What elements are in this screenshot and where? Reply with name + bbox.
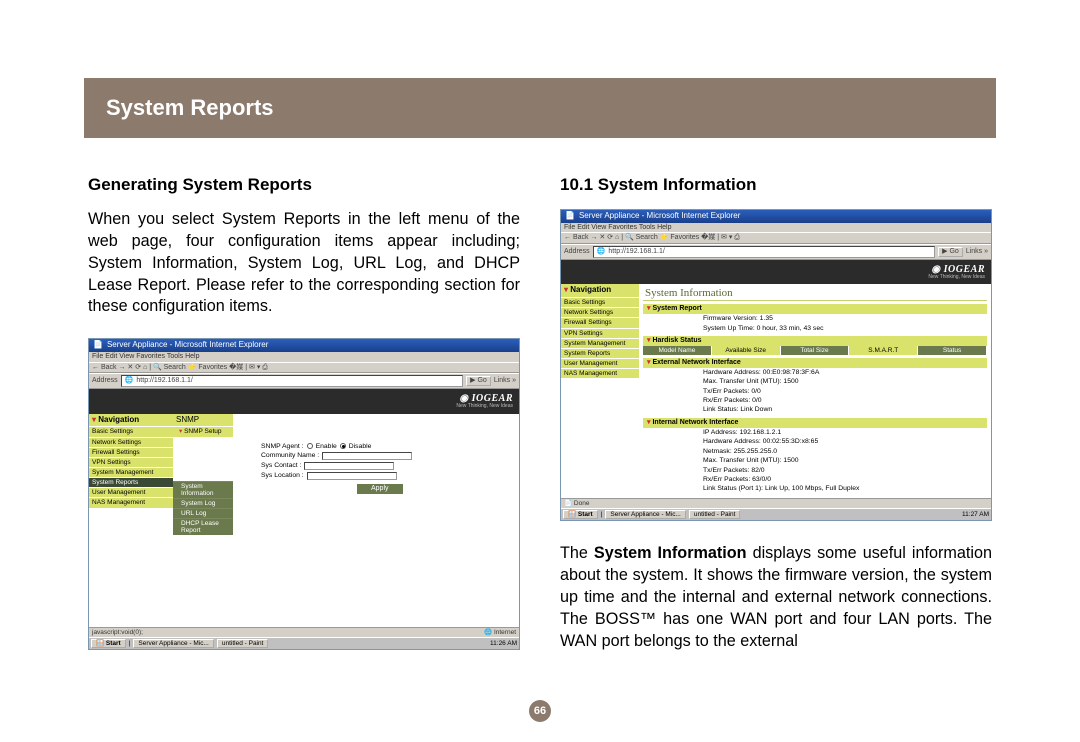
address-bar[interactable]: Address 🌐http://192.168.1.1/ ▶ Go Links …: [89, 373, 519, 389]
nav-usermgmt[interactable]: User Management: [89, 487, 173, 497]
nav-basic[interactable]: Basic Settings: [89, 426, 173, 436]
screenshot-left: 📄Server Appliance - Microsoft Internet E…: [88, 338, 520, 650]
section-hdstatus: ▾ Hardisk Status: [643, 336, 987, 346]
contact-input[interactable]: [304, 462, 394, 470]
content-area: System Information ▾ System Report Firmw…: [639, 284, 991, 498]
nav-nas[interactable]: NAS Management: [561, 368, 639, 378]
page-number: 66: [529, 700, 551, 722]
browser-toolbar[interactable]: ← Back → ✕ ⟳ ⌂ | 🔍 Search ⭐ Favorites �媒…: [561, 232, 991, 244]
sub-urllog[interactable]: URL Log: [173, 508, 233, 518]
links-button[interactable]: Links »: [966, 248, 988, 256]
apply-button[interactable]: Apply: [357, 484, 403, 494]
taskbar[interactable]: 🪟 Start | Server Appliance - Mic... unti…: [89, 637, 519, 649]
sub-syslog[interactable]: System Log: [173, 498, 233, 508]
page-title: System Information: [643, 284, 987, 301]
enable-radio[interactable]: [307, 443, 313, 449]
location-row: Sys Location :: [237, 471, 515, 481]
nav-network[interactable]: Network Settings: [561, 307, 639, 317]
screenshot-right: 📄Server Appliance - Microsoft Internet E…: [560, 209, 992, 521]
header-band: System Reports: [84, 78, 996, 138]
header-title: System Reports: [106, 95, 274, 121]
uptime-line: System Up Time: 0 hour, 33 min, 43 sec: [643, 324, 987, 333]
start-button[interactable]: 🪟 Start: [91, 639, 126, 648]
address-bar[interactable]: Address 🌐http://192.168.1.1/ ▶ Go Links …: [561, 244, 991, 260]
right-heading: 10.1 System Information: [560, 175, 992, 195]
right-column: 10.1 System Information 📄Server Applianc…: [560, 175, 992, 652]
task-item[interactable]: Server Appliance - Mic...: [605, 510, 685, 519]
address-input[interactable]: 🌐http://192.168.1.1/: [121, 375, 463, 387]
contact-row: Sys Contact :: [237, 461, 515, 471]
location-input[interactable]: [307, 472, 397, 480]
sidebar: ▾ Navigation Basic Settings Network Sett…: [89, 414, 173, 627]
left-column: Generating System Reports When you selec…: [88, 175, 520, 650]
snmp-setup: ▾ SNMP Setup: [173, 426, 233, 436]
content-area: SNMP Agent : Enable Disable Community Na…: [233, 414, 519, 627]
nav-vpn[interactable]: VPN Settings: [561, 328, 639, 338]
nav-firewall[interactable]: Firewall Settings: [89, 447, 173, 457]
left-heading: Generating System Reports: [88, 175, 520, 195]
tray-clock: 11:26 AM: [490, 640, 517, 647]
nav-header: ▾ Navigation: [89, 414, 173, 427]
nav-usermgmt[interactable]: User Management: [561, 358, 639, 368]
nav-sysreports[interactable]: System Reports: [561, 348, 639, 358]
go-button[interactable]: ▶ Go: [466, 376, 491, 386]
window-title: 📄Server Appliance - Microsoft Internet E…: [89, 339, 519, 352]
address-input[interactable]: 🌐http://192.168.1.1/: [593, 246, 935, 258]
nav-sysmgmt[interactable]: System Management: [89, 467, 173, 477]
section-sysreport: ▾ System Report: [643, 304, 987, 314]
hd-header-row: Model Name Available Size Total Size S.M…: [643, 346, 987, 355]
section-ext: ▾ External Network Interface: [643, 358, 987, 368]
snmp-agent-row: SNMP Agent : Enable Disable: [237, 442, 515, 451]
section-int: ▾ Internal Network Interface: [643, 418, 987, 428]
brand-bar: ◉ IOGEARNew Thinking, New Ideas: [561, 260, 991, 285]
links-button[interactable]: Links »: [494, 377, 516, 385]
status-bar: javascript:void(0);🌐 Internet: [89, 627, 519, 637]
right-paragraph: The System Information displays some use…: [560, 543, 992, 652]
content-snmp-label: SNMP: [173, 414, 233, 427]
status-bar: 📄 Done: [561, 498, 991, 508]
nav-network[interactable]: Network Settings: [89, 437, 173, 447]
community-row: Community Name :: [237, 451, 515, 461]
browser-toolbar[interactable]: ← Back → ✕ ⟳ ⌂ | 🔍 Search ⭐ Favorites �媒…: [89, 362, 519, 374]
sub-dhcp[interactable]: DHCP Lease Report: [173, 518, 233, 535]
disable-radio[interactable]: [340, 443, 346, 449]
window-title: 📄Server Appliance - Microsoft Internet E…: [561, 210, 991, 223]
nav-header: ▾ Navigation: [561, 284, 639, 297]
task-item[interactable]: untitled - Paint: [217, 639, 269, 648]
task-item[interactable]: Server Appliance - Mic...: [133, 639, 213, 648]
community-input[interactable]: [322, 452, 412, 460]
nav-sysmgmt[interactable]: System Management: [561, 338, 639, 348]
tray-clock: 11:27 AM: [962, 511, 989, 518]
sidebar: ▾ Navigation Basic Settings Network Sett…: [561, 284, 639, 498]
taskbar[interactable]: 🪟 Start | Server Appliance - Mic... unti…: [561, 508, 991, 520]
sub-sysinfo[interactable]: System Information: [173, 481, 233, 498]
go-button[interactable]: ▶ Go: [938, 247, 963, 257]
nav-firewall[interactable]: Firewall Settings: [561, 317, 639, 327]
nav-vpn[interactable]: VPN Settings: [89, 457, 173, 467]
left-paragraph: When you select System Reports in the le…: [88, 209, 520, 318]
brand-bar: ◉ IOGEARNew Thinking, New Ideas: [89, 389, 519, 414]
task-item[interactable]: untitled - Paint: [689, 510, 741, 519]
nav-basic[interactable]: Basic Settings: [561, 297, 639, 307]
firmware-line: Firmware Version: 1.35: [643, 314, 987, 323]
start-button[interactable]: 🪟 Start: [563, 510, 598, 519]
nav-sysreports[interactable]: System Reports: [89, 477, 173, 487]
window-menu[interactable]: File Edit View Favorites Tools Help: [89, 352, 519, 362]
window-menu[interactable]: File Edit View Favorites Tools Help: [561, 223, 991, 233]
nav-nas[interactable]: NAS Management: [89, 497, 173, 507]
